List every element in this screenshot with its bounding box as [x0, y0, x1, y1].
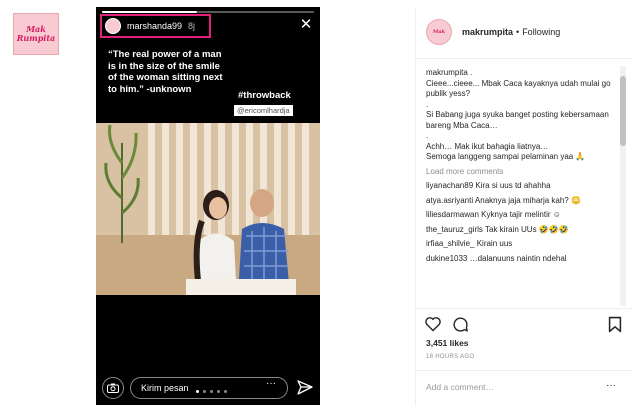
likes-count[interactable]: 3,451 likes [426, 338, 469, 348]
story-hashtag: #throwback [238, 90, 291, 101]
caption-line: Achh… Mak ikut bahagia liatnya… [426, 141, 549, 151]
comment-username[interactable]: liyanachan89 [426, 181, 473, 190]
profile-thumbnail[interactable]: Mak Rumpita [13, 13, 59, 55]
scrollbar-thumb[interactable] [620, 76, 626, 146]
plant-illustration [104, 124, 140, 243]
comment-username[interactable]: the_tauruz_girls [426, 225, 483, 234]
thumbnail-logo-line2: Rumpita [16, 33, 56, 43]
close-icon: ✕ [299, 16, 313, 33]
story-username: marshanda99 [127, 21, 183, 31]
comment-item: atya.asriyanti Anaknya jaja miharja kah?… [426, 196, 622, 207]
more-options-icon[interactable]: ··· [606, 380, 616, 391]
comment-text: …dalanuuns naintin ndehal [469, 253, 567, 263]
post-header: Mak makrumpita • Following [426, 18, 560, 46]
instagram-post-viewer: Mak Rumpita marshanda99 8j ✕ “The real p… [0, 0, 638, 412]
caption-line: . [426, 99, 429, 109]
load-more-comments-button[interactable]: Load more comments [426, 167, 622, 178]
story-reply-input[interactable]: Kirim pesan [130, 377, 288, 399]
story-header-highlight: marshanda99 8j [100, 14, 211, 38]
couple-photo [186, 189, 296, 295]
add-comment-input[interactable]: Add a comment… [426, 382, 494, 392]
caption-username[interactable]: makrumpita . [426, 68, 622, 79]
comment-item: irfiaa_shilvie_ Kirain uus [426, 239, 622, 250]
comment-username[interactable]: atya.asriyanti [426, 196, 473, 205]
divider [416, 370, 632, 371]
story-image: marshanda99 8j ✕ “The real power of a ma… [96, 7, 320, 405]
story-quote: “The real power of a man is in the size … [108, 49, 223, 95]
story-avatar [105, 18, 121, 34]
send-icon[interactable] [296, 379, 314, 397]
post-details-panel: Mak makrumpita • Following makrumpita . … [415, 8, 632, 406]
camera-icon[interactable] [102, 377, 124, 399]
comment-text: Anaknya jaja miharja kah? 😳 [474, 195, 581, 205]
comment-username[interactable]: liliesdarmawan [426, 210, 479, 219]
heart-icon[interactable] [424, 316, 442, 332]
story-progress-fill [102, 11, 198, 13]
follow-status[interactable]: Following [522, 27, 560, 37]
comment-item: liliesdarmawan Kyknya tajir melintir ☺ [426, 210, 622, 221]
comment-username[interactable]: dukine1033 [426, 254, 467, 263]
caption-line: Cieee...cieee... Mbak Caca kayaknya udah… [426, 78, 611, 99]
story-reply-bar: Kirim pesan ··· [96, 375, 320, 401]
comment-text: Tak kirain UUs 🤣🤣🤣 [485, 224, 569, 234]
post-username[interactable]: makrumpita [462, 27, 513, 37]
divider [416, 58, 632, 59]
post-avatar[interactable]: Mak [426, 19, 452, 45]
story-more-icon[interactable]: ··· [266, 378, 276, 389]
story-progress-bar [102, 11, 314, 13]
comments-scrollbar[interactable] [617, 66, 629, 306]
comment-text: Kirain uus [476, 239, 513, 248]
comment-item: dukine1033 …dalanuuns naintin ndehal [426, 254, 622, 265]
post-actions [424, 314, 624, 334]
carousel-dots [196, 390, 227, 393]
divider [416, 308, 632, 309]
caption-line: Si Babang juga syuka banget posting kebe… [426, 110, 609, 130]
comment-text: Kira si uus td ahahha [475, 181, 551, 190]
comment-username[interactable]: irfiaa_shilvie_ [426, 239, 474, 248]
avatar-logo-text: Mak [432, 29, 446, 35]
story-photo [96, 123, 320, 295]
post-timestamp: 18 HOURS AGO [426, 354, 475, 360]
post-caption: makrumpita . Cieee...cieee... Mbak Caca … [426, 68, 622, 163]
story-time: 8j [188, 21, 196, 31]
caption-line: Semoga langgeng sampai pelaminan yaa 🙏 [426, 152, 586, 161]
comment-icon[interactable] [452, 316, 469, 333]
comments-list: makrumpita . Cieee...cieee... Mbak Caca … [426, 68, 622, 306]
caption-line: . [426, 131, 429, 140]
bookmark-icon[interactable] [608, 316, 622, 333]
story-mention: @ericomlhardja [234, 105, 293, 116]
comment-item: the_tauruz_girls Tak kirain UUs 🤣🤣🤣 [426, 225, 622, 236]
comment-text: Kyknya tajir melintir ☺ [481, 210, 561, 219]
header-separator: • [516, 27, 520, 37]
comment-item: liyanachan89 Kira si uus td ahahha [426, 181, 622, 192]
